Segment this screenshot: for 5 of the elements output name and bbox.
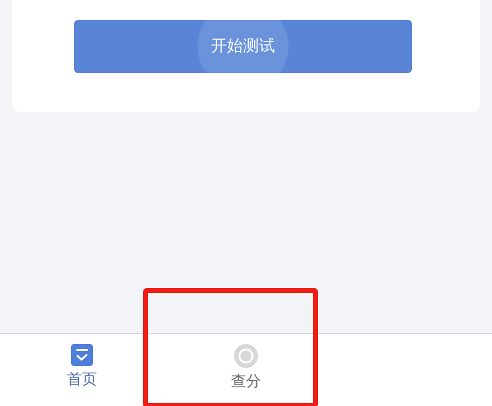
tab-item[interactable]: 查分 [164, 334, 328, 406]
tab-item[interactable]: 首页 [0, 334, 164, 406]
search-icon [234, 344, 258, 368]
start-test-button[interactable]: 开始测试 [74, 20, 412, 73]
checklist-icon [71, 344, 93, 366]
